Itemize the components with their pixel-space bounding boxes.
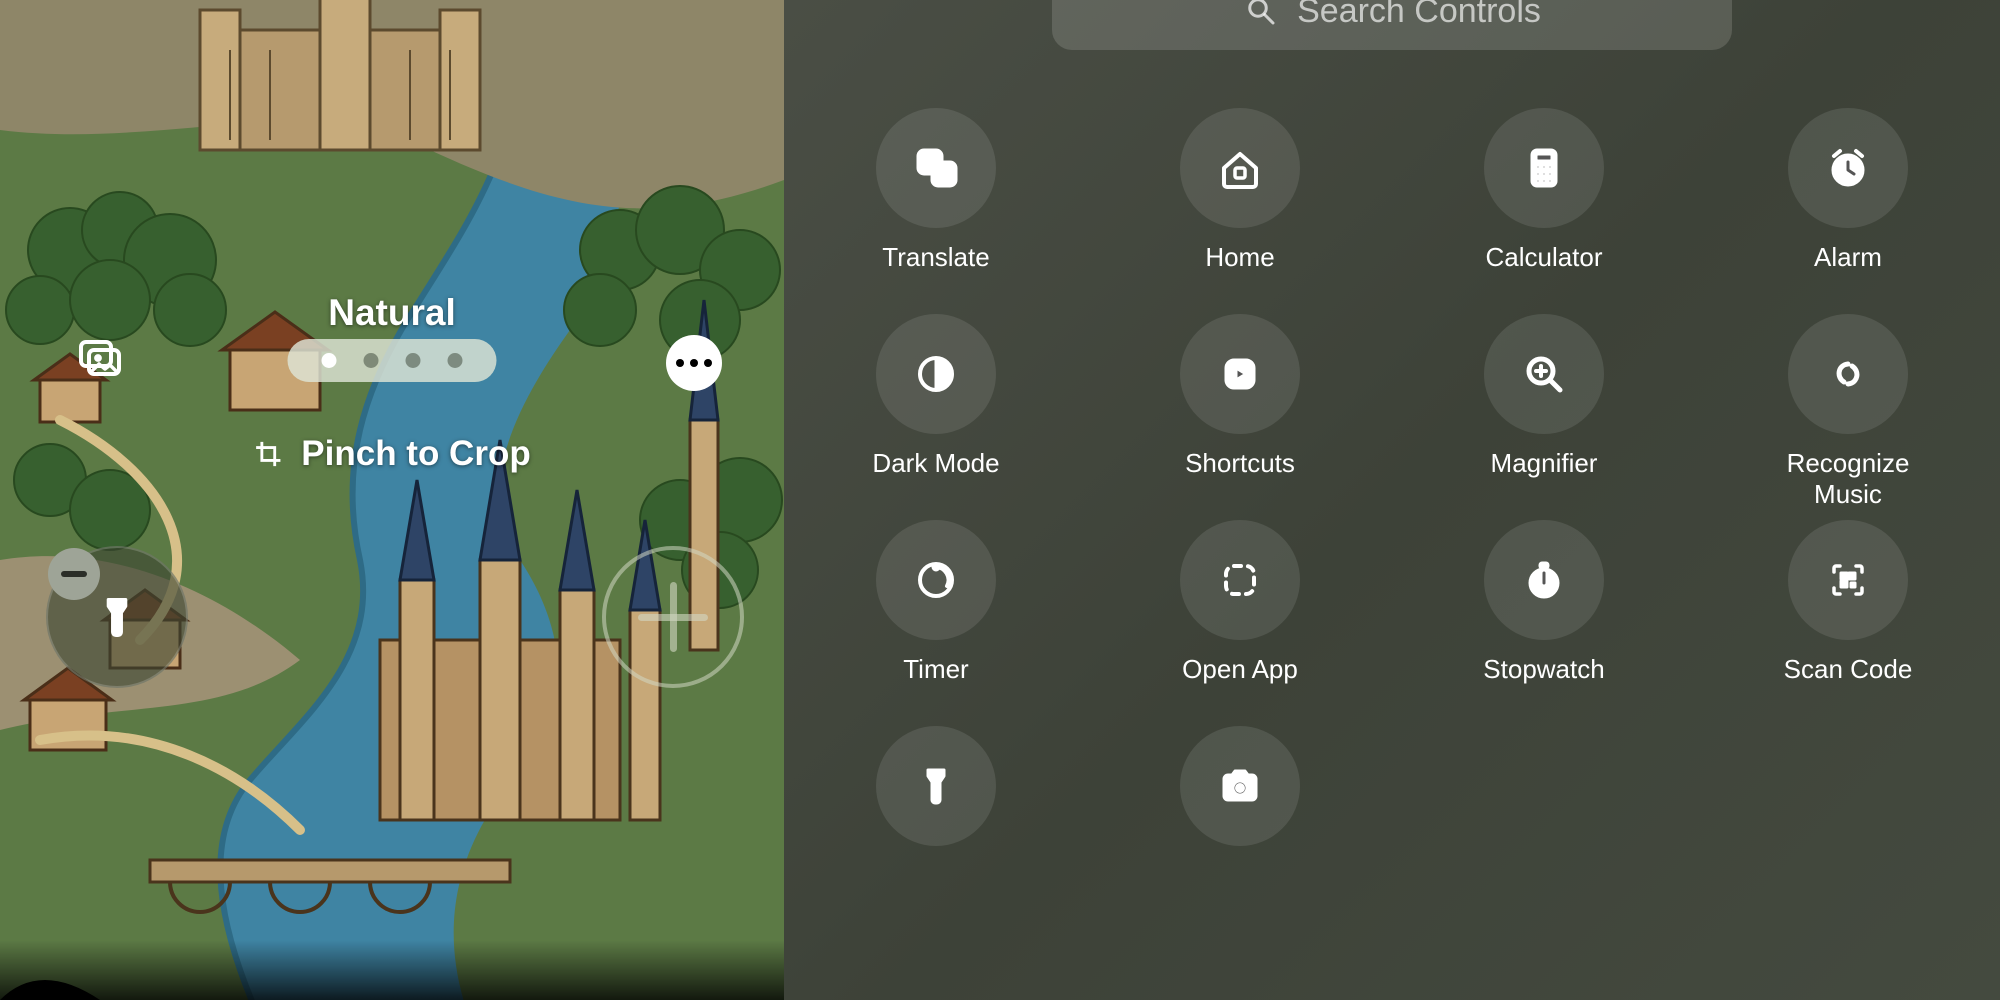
- style-page-indicator[interactable]: [288, 339, 497, 382]
- control-label: Open App: [1182, 654, 1298, 688]
- page-dot: [322, 353, 337, 368]
- page-dot: [448, 353, 463, 368]
- shazam-icon: [1824, 350, 1872, 398]
- more-options-button[interactable]: [666, 335, 722, 391]
- control-camera[interactable]: [1160, 726, 1320, 912]
- crop-icon: [253, 439, 283, 469]
- plus-icon: [670, 582, 677, 652]
- control-label: Magnifier: [1491, 448, 1598, 482]
- add-lockscreen-widget-button[interactable]: [602, 546, 744, 688]
- minus-icon: [61, 571, 87, 577]
- controls-gallery-pane: Search Controls Translate Home Calculato…: [784, 0, 2000, 1000]
- control-label: Recognize Music: [1787, 448, 1910, 509]
- open-app-icon: [1216, 556, 1264, 604]
- timer-icon: [912, 556, 960, 604]
- controls-grid: Translate Home Calculator Alarm Da: [784, 108, 2000, 912]
- translate-icon: [912, 144, 960, 192]
- qr-scan-icon: [1824, 556, 1872, 604]
- remove-widget-button[interactable]: [48, 548, 100, 600]
- search-placeholder: Search Controls: [1297, 0, 1541, 31]
- control-magnifier[interactable]: Magnifier: [1464, 314, 1624, 500]
- home-icon: [1216, 144, 1264, 192]
- control-stopwatch[interactable]: Stopwatch: [1464, 520, 1624, 706]
- search-icon: [1243, 0, 1279, 29]
- control-dark-mode[interactable]: Dark Mode: [856, 314, 1016, 500]
- calculator-icon: [1520, 144, 1568, 192]
- control-calculator[interactable]: Calculator: [1464, 108, 1624, 294]
- control-timer[interactable]: Timer: [856, 520, 1016, 706]
- search-controls-field[interactable]: Search Controls: [1052, 0, 1732, 50]
- control-flashlight[interactable]: [856, 726, 1016, 912]
- shortcuts-icon: [1216, 350, 1264, 398]
- control-label: Translate: [882, 242, 989, 276]
- control-label: Alarm: [1814, 242, 1882, 276]
- control-label: Stopwatch: [1483, 654, 1604, 688]
- control-label: Calculator: [1485, 242, 1602, 276]
- flashlight-icon: [912, 762, 960, 810]
- control-recognize-music[interactable]: Recognize Music: [1768, 314, 1928, 500]
- control-label: Dark Mode: [872, 448, 999, 482]
- control-alarm[interactable]: Alarm: [1768, 108, 1928, 294]
- page-dot: [406, 353, 421, 368]
- wallpaper-preview[interactable]: [0, 0, 784, 1000]
- control-label: Scan Code: [1784, 654, 1913, 688]
- control-open-app[interactable]: Open App: [1160, 520, 1320, 706]
- camera-icon: [1216, 762, 1264, 810]
- wallpaper-style-label: Natural: [328, 292, 455, 334]
- control-label: Timer: [903, 654, 968, 688]
- dark-mode-icon: [912, 350, 960, 398]
- alarm-icon: [1824, 144, 1872, 192]
- pinch-to-crop-hint: Pinch to Crop: [253, 434, 530, 474]
- wallpaper-editor-pane: Natural Pinch to Crop: [0, 0, 784, 1000]
- control-shortcuts[interactable]: Shortcuts: [1160, 314, 1320, 500]
- page-dot: [364, 353, 379, 368]
- magnifier-icon: [1520, 350, 1568, 398]
- control-label: Shortcuts: [1185, 448, 1295, 482]
- control-scan-code[interactable]: Scan Code: [1768, 520, 1928, 706]
- stopwatch-icon: [1520, 556, 1568, 604]
- photo-library-button[interactable]: [62, 323, 136, 397]
- control-label: Home: [1205, 242, 1274, 276]
- crop-hint-label: Pinch to Crop: [301, 434, 530, 474]
- control-translate[interactable]: Translate: [856, 108, 1016, 294]
- control-home[interactable]: Home: [1160, 108, 1320, 294]
